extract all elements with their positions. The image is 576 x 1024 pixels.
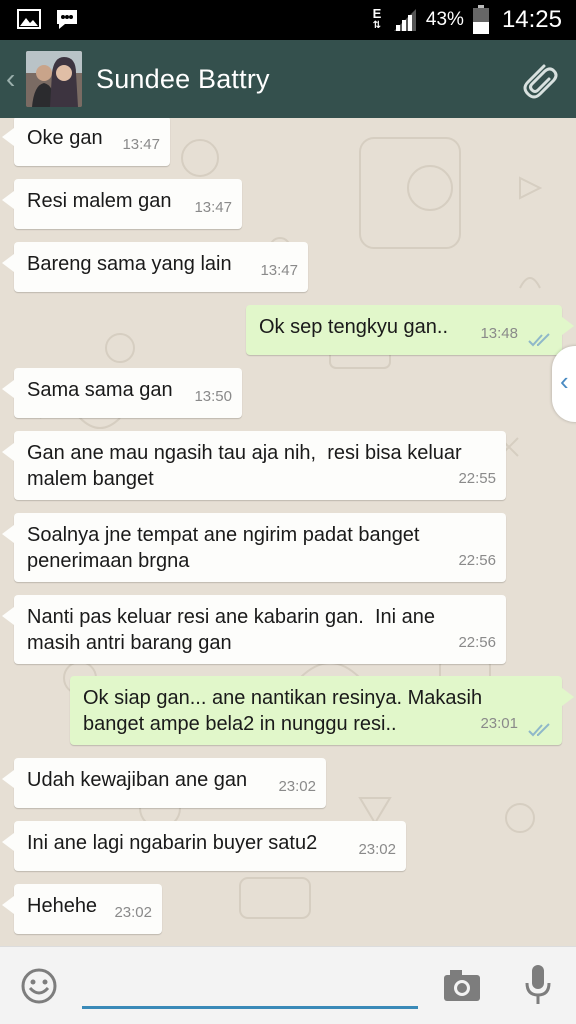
message-text: Soalnya jne tempat ane ngirim padat bang… <box>27 524 420 572</box>
compose-bar <box>0 946 576 1024</box>
network-indicator: E ⇅ <box>370 6 384 32</box>
double-check-icon <box>528 723 550 737</box>
microphone-icon[interactable] <box>524 963 552 1009</box>
message-input[interactable] <box>82 961 418 1009</box>
bbm-icon <box>57 10 77 29</box>
network-type: E <box>372 6 382 21</box>
chat-header: ‹ Sundee Battry <box>0 40 576 118</box>
gallery-icon <box>17 9 41 29</box>
message-bubble-incoming[interactable]: Ini ane lagi ngabarin buyer satu2 23:02 <box>2 821 406 871</box>
camera-icon[interactable] <box>442 967 482 1003</box>
message-bubble-incoming[interactable]: Hehehe 23:02 <box>2 884 162 934</box>
message-time: 23:02 <box>358 841 396 858</box>
message-text: Ini ane lagi ngabarin buyer satu2 <box>27 832 318 854</box>
message-bubble-incoming[interactable]: Resi malem gan 13:47 <box>2 179 242 229</box>
message-text: Ok sep tengkyu gan.. <box>259 316 449 338</box>
message-time: 22:56 <box>458 634 496 651</box>
emoji-icon[interactable] <box>20 967 58 1005</box>
chevron-left-icon[interactable]: ‹ <box>6 63 22 95</box>
message-time: 23:02 <box>278 778 316 795</box>
message-text: Oke gan <box>27 127 103 149</box>
message-bubble-incoming[interactable]: Oke gan 13:47 <box>2 118 170 166</box>
battery-icon <box>472 5 489 34</box>
signal-icon <box>393 9 416 31</box>
message-text: Gan ane mau ngasih tau aja nih, resi bis… <box>27 442 462 490</box>
message-time: 23:01 <box>480 715 518 732</box>
paperclip-icon[interactable] <box>514 56 562 104</box>
message-time: 13:47 <box>122 136 160 153</box>
message-bubble-incoming[interactable]: Gan ane mau ngasih tau aja nih, resi bis… <box>2 431 506 500</box>
message-text: Ok siap gan... ane nantikan resinya. Mak… <box>83 687 483 735</box>
message-text: Bareng sama yang lain <box>27 253 232 275</box>
message-text: Udah kewajiban ane gan <box>27 769 248 791</box>
contact-name[interactable]: Sundee Battry <box>96 64 270 95</box>
message-bubble-incoming[interactable]: Soalnya jne tempat ane ngirim padat bang… <box>2 513 506 582</box>
message-time: 22:56 <box>458 552 496 569</box>
avatar[interactable] <box>26 51 82 107</box>
message-bubble-incoming[interactable]: Sama sama gan 13:50 <box>2 368 242 418</box>
message-text: Resi malem gan <box>27 190 172 212</box>
message-time: 22:55 <box>458 470 496 487</box>
message-time: 13:48 <box>480 325 518 342</box>
clock: 14:25 <box>501 6 562 33</box>
message-text: Hehehe <box>27 895 98 917</box>
message-time: 13:50 <box>194 388 232 405</box>
message-bubble-incoming[interactable]: Nanti pas keluar resi ane kabarin gan. I… <box>2 595 506 664</box>
message-text: Sama sama gan <box>27 379 173 401</box>
message-bubble-incoming[interactable]: Bareng sama yang lain 13:47 <box>2 242 308 292</box>
message-text: Nanti pas keluar resi ane kabarin gan. I… <box>27 606 436 654</box>
message-time: 13:47 <box>194 199 232 216</box>
chevron-left-icon: ‹ <box>560 366 569 396</box>
battery-percent: 43% <box>425 9 464 30</box>
side-panel-tab[interactable]: ‹ <box>552 346 576 422</box>
double-check-icon <box>528 333 550 347</box>
message-bubble-outgoing[interactable]: Ok sep tengkyu gan.. 13:48 <box>246 305 574 355</box>
status-bar: E ⇅ 43% 14:25 <box>0 0 576 40</box>
message-bubble-outgoing[interactable]: Ok siap gan... ane nantikan resinya. Mak… <box>70 676 574 745</box>
message-time: 13:47 <box>260 262 298 279</box>
message-time: 23:02 <box>114 904 152 921</box>
message-bubble-incoming[interactable]: Udah kewajiban ane gan 23:02 <box>2 758 326 808</box>
conversation-area[interactable]: Oke gan 13:47 Resi malem gan 13:47 Baren… <box>0 118 576 946</box>
avatar-photo <box>26 51 82 107</box>
